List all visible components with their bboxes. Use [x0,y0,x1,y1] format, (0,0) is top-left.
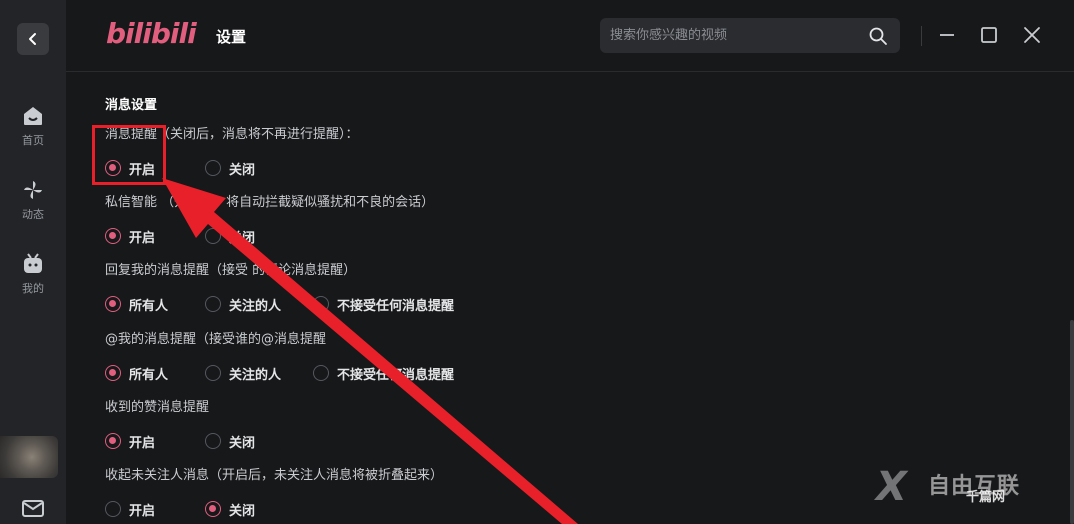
radio-label: 关闭 [229,435,256,451]
watermark-subtext: 千篇网 [966,490,1006,505]
rail-item-label: 我的 [22,282,44,295]
radio-label: 开启 [129,435,156,451]
radio-button[interactable] [205,296,221,312]
radio-label: 关闭 [229,503,256,519]
radio-option[interactable]: 关闭 [205,498,255,520]
section-title: 消息设置 [105,98,158,113]
divider [921,26,922,46]
bilibili-logo[interactable]: bilibili [106,17,197,50]
minimize-button[interactable] [936,24,958,46]
radio-label: 关注的人 [229,367,282,383]
radio-option[interactable]: 关闭 [205,430,255,452]
radio-button[interactable] [205,501,221,517]
radio-label: 不接受任何消息提醒 [337,367,455,383]
radio-button[interactable] [313,296,329,312]
setting-message-reminder: 消息提醒（关闭后，消息将不再进行提醒）： 开启 关闭 [105,126,1005,179]
minimize-icon [940,34,954,36]
radio-button[interactable] [105,228,121,244]
radio-option[interactable]: 开启 [105,225,155,247]
tv-home-icon [24,107,42,125]
search-input[interactable] [610,18,860,53]
radio-button[interactable] [105,433,121,449]
radio-button[interactable] [205,433,221,449]
top-bar: bilibili 设置 [66,0,1074,72]
radio-button[interactable] [205,365,221,381]
mail-icon [22,500,44,517]
radio-option[interactable]: 关闭 [205,157,255,179]
radio-button[interactable] [313,365,329,381]
radio-label: 关注的人 [229,298,282,314]
setting-mention-reminder: @我的消息提醒（接受谁的@消息提醒 所有人 关注的人 不接受任何消息提醒 [105,331,1005,384]
setting-smart-dm: 私信智能 （开启后，将自动拦截疑似骚扰和不良的会话） 开启 关闭 [105,194,1005,247]
setting-title: @我的消息提醒（接受谁的@消息提醒 [105,332,327,347]
setting-fold-strangers: 收起未关注人消息（开启后，未关注人消息将被折叠起来） 开启 关闭 [105,467,1005,520]
rail-item-dynamic[interactable]: 动态 [0,178,66,222]
settings-content: 消息设置 消息提醒（关闭后，消息将不再进行提醒）： 开启 关闭 私信智能 （开启… [105,72,1045,524]
search-box[interactable] [600,18,900,53]
radio-label: 所有人 [129,367,169,383]
radio-label: 开启 [129,503,156,519]
radio-option[interactable]: 所有人 [105,362,168,384]
radio-label: 关闭 [229,162,256,178]
radio-option[interactable]: 所有人 [105,293,168,315]
left-rail: 首页 动态 我的 [0,0,66,524]
watermark-logo: X [876,464,907,510]
radio-option[interactable]: 不接受任何消息提醒 [313,362,454,384]
close-button[interactable] [1021,24,1043,46]
maximize-button[interactable] [978,24,1000,46]
radio-option[interactable]: 开启 [105,498,155,520]
rail-item-label: 首页 [22,134,44,147]
page-title: 设置 [216,28,247,46]
radio-button[interactable] [205,160,221,176]
radio-button[interactable] [105,296,121,312]
setting-title: 收起未关注人消息（开启后，未关注人消息将被折叠起来） [105,468,444,483]
rail-item-label: 动态 [22,208,44,221]
setting-title: 私信智能 （开启后，将自动拦截疑似骚扰和不良的会话） [105,195,435,210]
radio-button[interactable] [205,228,221,244]
rail-item-profile[interactable]: 我的 [0,252,66,296]
radio-label: 不接受任何消息提醒 [337,298,455,314]
radio-button[interactable] [105,501,121,517]
setting-title: 收到的赞消息提醒 [105,400,210,415]
setting-like-reminder: 收到的赞消息提醒 开启 关闭 [105,399,1005,452]
avatar[interactable] [0,436,58,478]
radio-option[interactable]: 关注的人 [205,362,281,384]
radio-button[interactable] [105,365,121,381]
setting-title: 消息提醒（关闭后，消息将不再进行提醒）： [105,127,359,142]
setting-title: 回复我的消息提醒（接受 的评论消息提醒） [105,263,357,278]
radio-label: 开启 [129,230,156,246]
search-icon[interactable] [868,26,888,46]
radio-label: 所有人 [129,298,169,314]
radio-option[interactable]: 关闭 [205,225,255,247]
radio-option[interactable]: 不接受任何消息提醒 [313,293,454,315]
tv-profile-icon [24,253,42,273]
pinwheel-icon [24,181,42,199]
scrollbar[interactable] [1070,320,1074,524]
rail-item-home[interactable]: 首页 [0,104,66,148]
radio-option[interactable]: 关注的人 [205,293,281,315]
back-button[interactable] [17,23,49,55]
radio-label: 关闭 [229,230,256,246]
message-button[interactable] [21,498,45,522]
maximize-icon [981,27,997,43]
close-icon [1024,27,1040,43]
annotation-highlight-box [92,125,166,185]
chevron-left-icon [29,33,36,45]
setting-reply-reminder: 回复我的消息提醒（接受 的评论消息提醒） 所有人 关注的人 不接受任何消息提醒 [105,262,1005,315]
radio-option[interactable]: 开启 [105,430,155,452]
